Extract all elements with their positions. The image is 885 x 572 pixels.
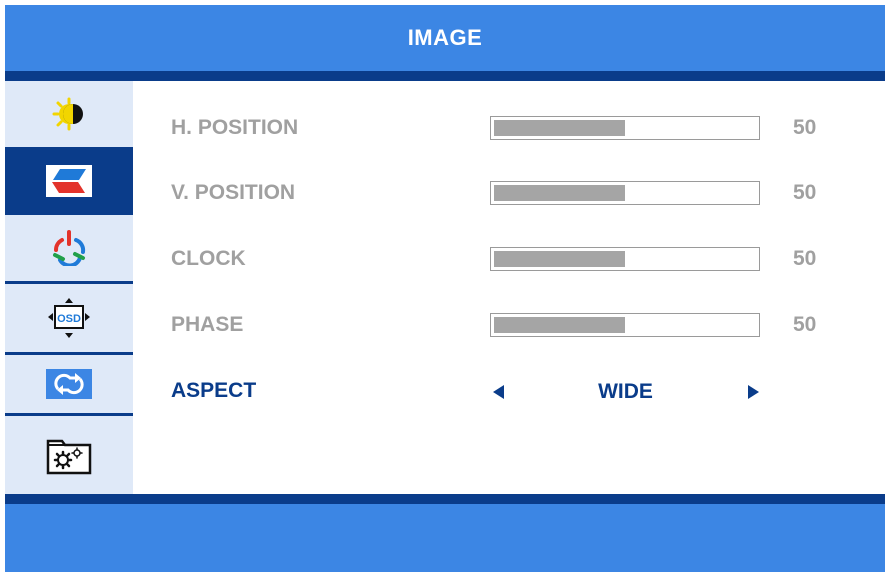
setting-label: PHASE bbox=[171, 313, 244, 336]
arrow-left-icon[interactable] bbox=[493, 385, 504, 399]
setting-value: 50 bbox=[793, 181, 817, 204]
slider-fill bbox=[494, 120, 625, 136]
setting-clock[interactable]: CLOCK 50 bbox=[133, 239, 885, 279]
slider-fill bbox=[494, 317, 625, 333]
menu-header: IMAGE bbox=[5, 5, 885, 71]
image-position-icon bbox=[46, 165, 92, 197]
setting-h-position[interactable]: H. POSITION 50 bbox=[133, 108, 885, 148]
setting-value: 50 bbox=[793, 313, 817, 336]
setting-value: 50 bbox=[793, 247, 817, 270]
setting-slider[interactable] bbox=[490, 313, 760, 337]
footer-divider bbox=[5, 494, 885, 504]
sidebar-item-image[interactable] bbox=[5, 147, 133, 215]
setting-label: V. POSITION bbox=[171, 181, 296, 204]
folder-gear-icon bbox=[46, 439, 92, 475]
osd-settings-icon: OSD bbox=[48, 298, 90, 338]
setting-value: 50 bbox=[793, 116, 817, 139]
setting-label: H. POSITION bbox=[171, 116, 299, 139]
arrow-right-icon[interactable] bbox=[748, 385, 759, 399]
svg-text:OSD: OSD bbox=[57, 313, 81, 325]
setting-aspect[interactable]: ASPECT WIDE bbox=[133, 371, 885, 411]
settings-panel: H. POSITION 50 V. POSITION 50 CLOCK 50 P… bbox=[133, 81, 885, 494]
setting-label: CLOCK bbox=[171, 247, 246, 270]
setting-v-position[interactable]: V. POSITION 50 bbox=[133, 173, 885, 213]
setting-slider[interactable] bbox=[490, 116, 760, 140]
setting-slider[interactable] bbox=[490, 247, 760, 271]
setting-label: ASPECT bbox=[171, 379, 257, 402]
slider-fill bbox=[494, 251, 625, 267]
reset-arrows-icon bbox=[46, 369, 92, 399]
setting-slider[interactable] bbox=[490, 181, 760, 205]
setting-phase[interactable]: PHASE 50 bbox=[133, 305, 885, 345]
header-divider bbox=[5, 71, 885, 81]
sidebar-item-brightness[interactable] bbox=[5, 81, 133, 147]
sidebar-item-setup[interactable] bbox=[5, 416, 133, 494]
sidebar-item-osd[interactable]: OSD bbox=[5, 284, 133, 352]
menu-title: IMAGE bbox=[407, 25, 483, 50]
slider-fill bbox=[494, 185, 625, 201]
aspect-value: WIDE bbox=[598, 380, 653, 403]
sidebar: OSD bbox=[5, 81, 133, 494]
sidebar-item-color[interactable] bbox=[5, 215, 133, 281]
menu-footer bbox=[5, 504, 885, 572]
sidebar-item-reset[interactable] bbox=[5, 355, 133, 413]
brightness-contrast-icon bbox=[52, 97, 83, 131]
color-rgb-icon bbox=[53, 230, 86, 266]
